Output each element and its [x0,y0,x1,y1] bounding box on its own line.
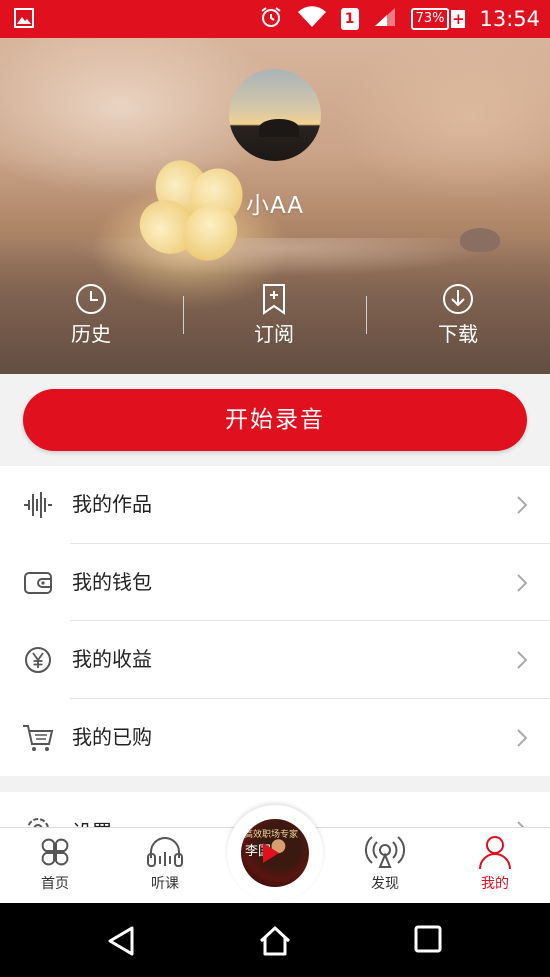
profile-header: 小AA 历史 订阅 下载 [0,38,550,374]
chevron-right-icon [516,573,528,597]
tab-me[interactable]: 我的 [450,834,540,893]
avatar[interactable] [229,69,321,161]
tab-home[interactable]: 首页 [10,834,100,893]
headphones-icon [120,834,210,870]
recents-icon[interactable] [414,925,442,953]
menu-item-works[interactable]: 我的作品 [0,466,550,544]
back-icon[interactable] [106,925,138,957]
menu-item-label: 我的作品 [72,492,152,516]
home-icon[interactable] [258,925,292,957]
chevron-right-icon [516,495,528,519]
tab-label: 发现 [371,876,399,892]
signal-icon [373,6,397,32]
charging-icon: + [451,10,466,28]
subscribe-button[interactable]: 订阅 [214,282,334,347]
menu-item-label: 我的收益 [72,647,152,671]
battery-icon: 73% + [410,8,466,30]
home-clover-icon [10,834,100,870]
alarm-icon [259,5,283,33]
download-icon [398,282,518,316]
sim-icon: 1 [340,8,359,30]
broadcast-icon [340,834,430,870]
wifi-icon [297,5,327,33]
person-icon [450,834,540,870]
record-section: 开始录音 [0,374,550,466]
download-button[interactable]: 下载 [398,282,518,347]
chevron-right-icon [516,650,528,674]
subscribe-label: 订阅 [254,322,294,346]
cart-icon [22,723,54,753]
section-gap [0,776,550,792]
download-label: 下载 [438,322,478,346]
waveform-icon [22,490,54,520]
username[interactable]: 小AA [0,186,550,220]
history-button[interactable]: 历史 [31,282,151,347]
image-icon [14,8,34,32]
tab-label: 首页 [41,876,69,892]
clock-icon [31,282,151,316]
menu-list: 我的作品 我的钱包 我的收益 我的已购 [0,466,550,776]
battery-level: 73% [410,8,450,30]
tab-discover[interactable]: 发现 [340,834,430,893]
divider [366,296,367,334]
system-nav-bar [0,903,550,977]
status-bar: 1 73% + 13:54 [0,0,550,38]
background-stone [460,228,500,252]
menu-item-label: 我的已购 [72,724,152,749]
menu-item-earnings[interactable]: 我的收益 [0,621,550,699]
tab-listen[interactable]: 听课 [120,834,210,893]
clock-time: 13:54 [479,7,540,31]
play-icon [263,843,279,863]
wallet-icon [22,568,54,598]
yen-icon [22,645,54,675]
cover-subtitle: 高效职场专家 [244,830,299,840]
bookmark-add-icon [214,282,334,316]
start-recording-button[interactable]: 开始录音 [23,389,527,451]
tab-label: 听课 [151,876,179,892]
divider [183,296,184,334]
menu-item-wallet[interactable]: 我的钱包 [0,544,550,621]
chevron-right-icon [516,728,528,752]
menu-item-purchased[interactable]: 我的已购 [0,699,550,777]
now-playing-cover[interactable]: 高效职场专家 李国 [241,819,309,887]
tab-label: 我的 [481,876,509,892]
history-label: 历史 [71,322,111,346]
menu-item-label: 我的钱包 [72,569,152,594]
